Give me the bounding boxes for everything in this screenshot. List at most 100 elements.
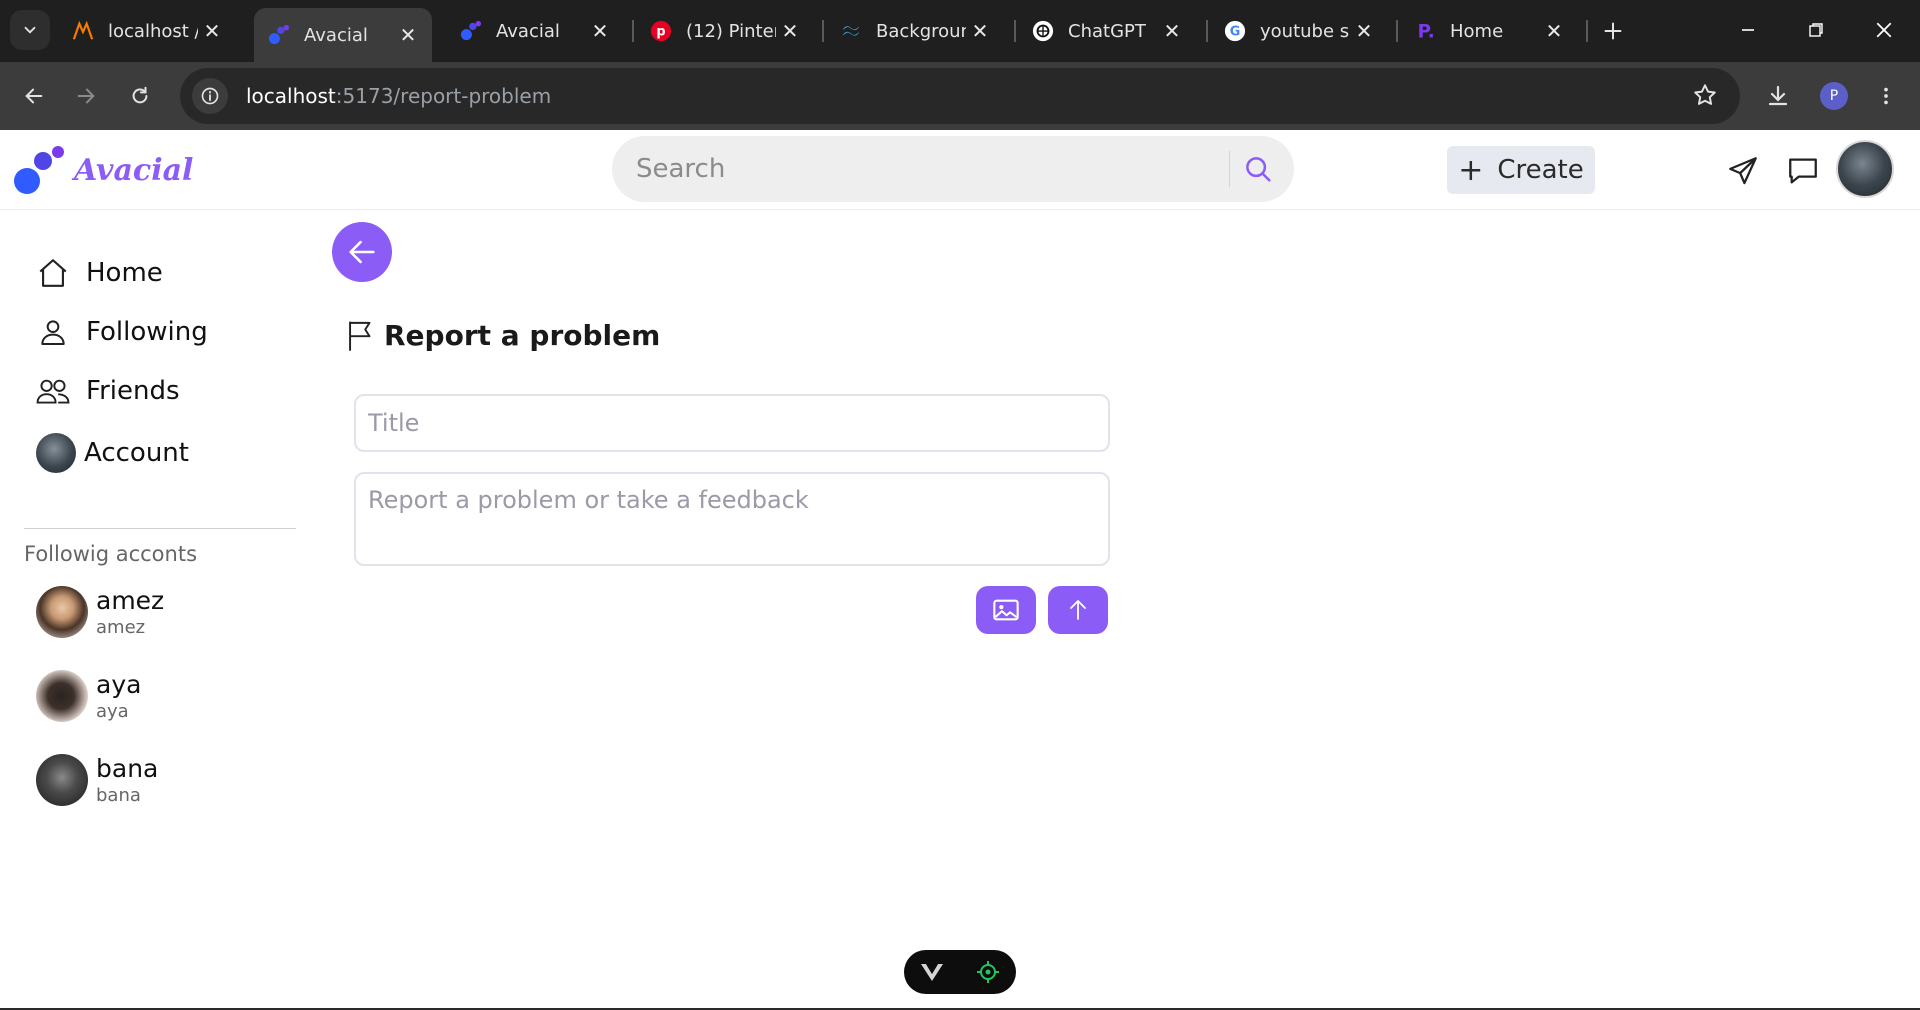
- browser-tab[interactable]: Backgroun ✕: [826, 8, 1004, 54]
- profile-button[interactable]: P: [1814, 76, 1854, 116]
- chatgpt-icon: [1032, 20, 1054, 42]
- sidebar-item-home[interactable]: Home: [34, 248, 163, 298]
- tab-title: Avacial: [496, 20, 560, 42]
- browser-tab[interactable]: P. Home ✕: [1400, 8, 1578, 54]
- account-handle: bana: [96, 785, 141, 806]
- sidebar-item-label: Friends: [86, 376, 180, 406]
- browser-tab-active[interactable]: Avacial ✕: [254, 8, 432, 62]
- chat-button[interactable]: [1782, 150, 1824, 192]
- close-icon[interactable]: ✕: [1540, 17, 1568, 45]
- user-icon: [34, 313, 72, 351]
- avatar: [36, 433, 76, 473]
- back-button[interactable]: [332, 222, 392, 282]
- close-icon[interactable]: ✕: [776, 17, 804, 45]
- close-icon[interactable]: ✕: [394, 21, 422, 49]
- arrow-left-icon: [25, 88, 43, 104]
- tab-search-button[interactable]: [10, 10, 50, 50]
- close-icon[interactable]: ✕: [198, 17, 226, 45]
- restore-button[interactable]: [1796, 12, 1836, 48]
- info-icon: [201, 87, 219, 105]
- tailwind-icon: [840, 20, 862, 42]
- minimize-button[interactable]: [1728, 12, 1768, 48]
- sidebar-item-account[interactable]: Account: [36, 428, 189, 478]
- target-icon: [977, 961, 999, 983]
- account-handle: amez: [96, 617, 146, 638]
- tab-title: localhost /: [108, 20, 198, 42]
- window-close-button[interactable]: [1864, 12, 1904, 48]
- tab-title: Avacial: [304, 24, 368, 46]
- site-info-button[interactable]: [192, 78, 228, 114]
- avatar: [36, 670, 88, 722]
- close-icon[interactable]: ✕: [586, 17, 614, 45]
- search-input[interactable]: [612, 136, 1229, 202]
- messages-button[interactable]: [1722, 150, 1764, 192]
- brand-logo[interactable]: Avacial: [14, 144, 193, 196]
- page-title: Report a problem: [346, 318, 660, 352]
- title-input[interactable]: [354, 394, 1110, 452]
- following-account-item[interactable]: bana bana: [36, 752, 158, 808]
- close-icon[interactable]: ✕: [1350, 17, 1378, 45]
- search-button[interactable]: [1230, 141, 1286, 197]
- close-icon[interactable]: ✕: [1158, 17, 1186, 45]
- arrow-up-icon: [1070, 600, 1086, 620]
- close-icon[interactable]: ✕: [966, 17, 994, 45]
- user-avatar[interactable]: [1836, 140, 1894, 198]
- sidebar-item-friends[interactable]: Friends: [34, 366, 180, 416]
- users-icon: [34, 372, 72, 410]
- close-icon: [1876, 22, 1892, 38]
- vue-logo-icon: [921, 964, 943, 981]
- xampp-icon: [72, 20, 94, 42]
- bookmark-star-icon[interactable]: [1692, 82, 1718, 112]
- back-nav-button[interactable]: [14, 76, 54, 116]
- browser-tab[interactable]: p (12) Pinter ✕: [636, 8, 814, 54]
- new-tab-button[interactable]: [1596, 14, 1630, 48]
- minimize-icon: [1742, 29, 1754, 31]
- sidebar-item-following[interactable]: Following: [34, 307, 208, 357]
- url-host: localhost: [246, 84, 336, 108]
- search-bar: [612, 136, 1294, 202]
- svg-text:G: G: [1230, 25, 1241, 40]
- browser-tab[interactable]: localhost / ✕: [58, 8, 236, 54]
- inspect-component-button[interactable]: [960, 950, 1016, 994]
- browser-tab[interactable]: ChatGPT ✕: [1018, 8, 1196, 54]
- arrow-right-icon: [77, 88, 95, 104]
- address-bar[interactable]: localhost:5173/report-problem: [180, 68, 1740, 124]
- following-accounts-title: Followig acconts: [24, 542, 198, 566]
- vue-devtools-button[interactable]: [904, 950, 960, 994]
- google-icon: G: [1224, 20, 1246, 42]
- sidebar-item-label: Home: [86, 258, 163, 288]
- tab-title: ChatGPT: [1068, 20, 1146, 42]
- account-name: bana: [96, 754, 159, 783]
- reload-button[interactable]: [120, 76, 160, 116]
- avacial-icon: [268, 24, 290, 46]
- more-vertical-icon: [1884, 87, 1888, 105]
- app-header: Avacial + Create: [0, 130, 1920, 210]
- following-account-item[interactable]: amez amez: [36, 584, 164, 640]
- chevron-down-icon: [24, 26, 36, 34]
- account-name: amez: [96, 586, 165, 615]
- avatar: [36, 586, 88, 638]
- sidebar-divider: [24, 528, 296, 529]
- feedback-textarea[interactable]: [354, 472, 1110, 566]
- browser-tab[interactable]: Avacial ✕: [446, 8, 624, 54]
- following-account-item[interactable]: aya aya: [36, 668, 141, 724]
- forward-nav-button[interactable]: [66, 76, 106, 116]
- tab-title: Home: [1450, 20, 1504, 42]
- profile-initial: P: [1820, 82, 1848, 110]
- send-icon: [1729, 157, 1757, 185]
- restore-icon: [1809, 23, 1823, 37]
- browser-tab[interactable]: G youtube sl ✕: [1210, 8, 1388, 54]
- downloads-button[interactable]: [1758, 76, 1798, 116]
- avacial-icon: [460, 20, 482, 42]
- sidebar-item-label: Account: [84, 438, 189, 468]
- p-icon: P.: [1414, 20, 1436, 42]
- brand-name: Avacial: [74, 152, 194, 188]
- tab-title: youtube sl: [1260, 20, 1350, 42]
- attach-image-button[interactable]: [976, 586, 1036, 634]
- browser-menu-button[interactable]: [1866, 76, 1906, 116]
- create-button[interactable]: + Create: [1447, 146, 1595, 194]
- submit-report-button[interactable]: [1048, 586, 1108, 634]
- svg-text:P.: P.: [1418, 21, 1435, 42]
- home-icon: [34, 254, 72, 292]
- chat-bubble-icon: [1789, 158, 1817, 184]
